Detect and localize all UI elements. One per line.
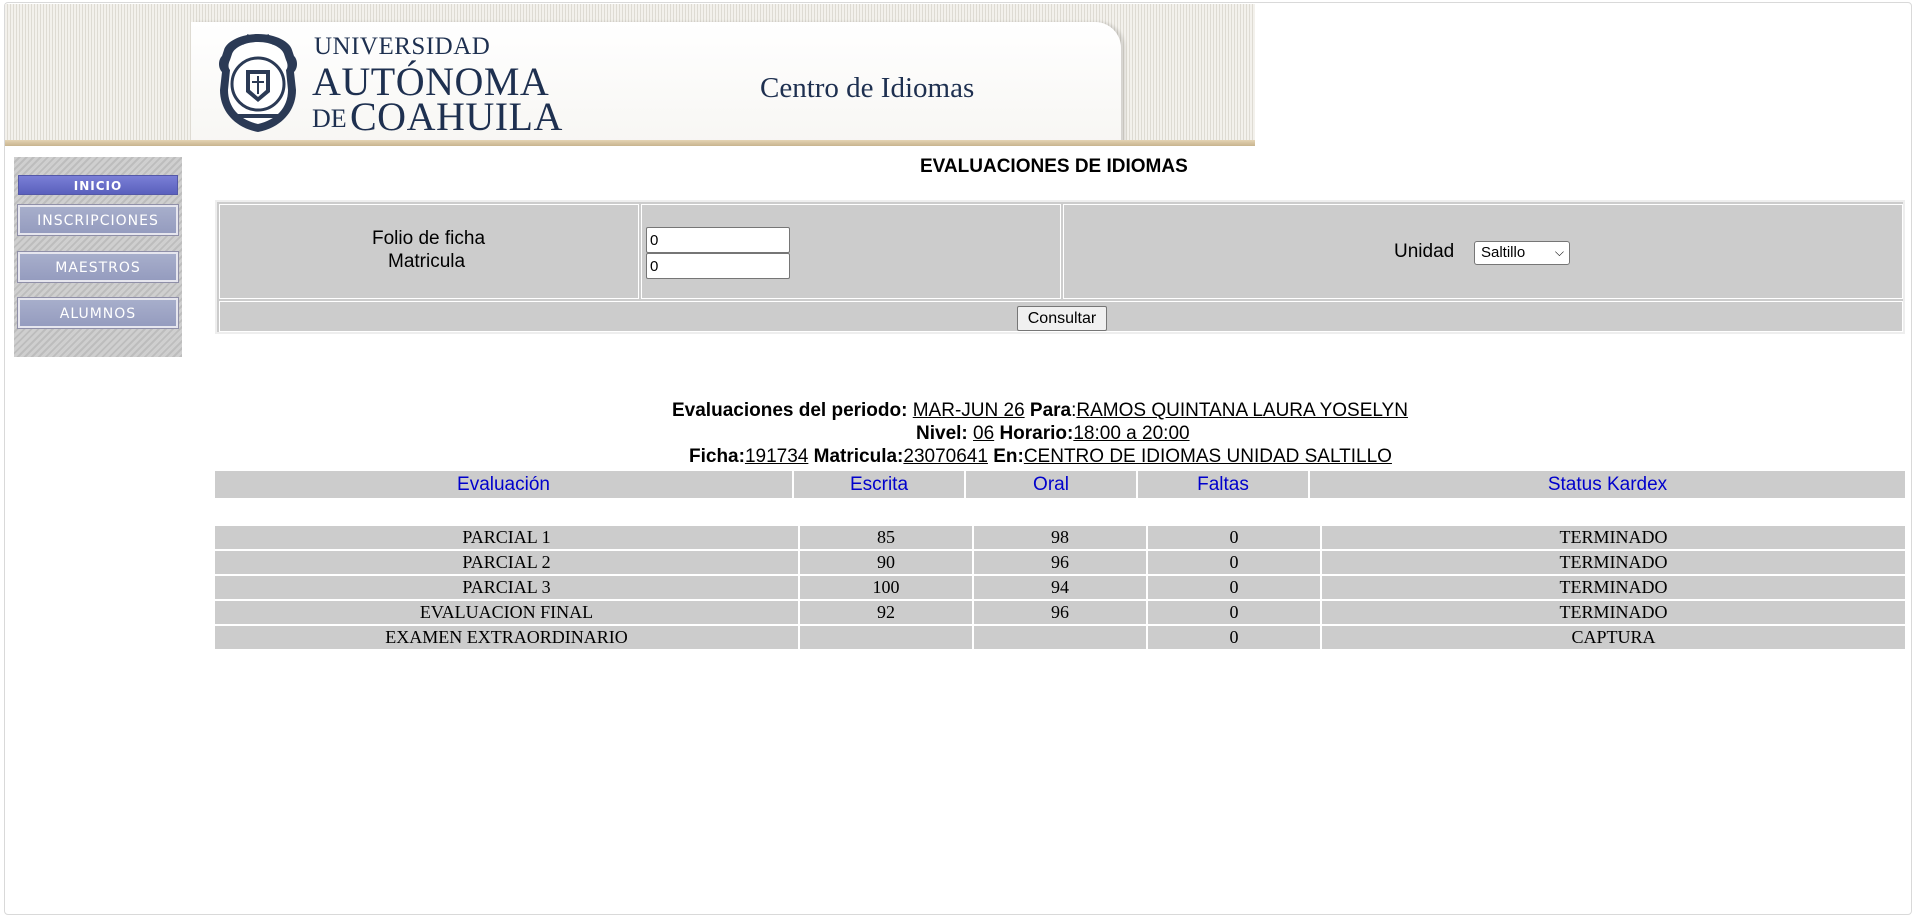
unidad-selected-value: Saltillo [1481, 244, 1526, 261]
cell-evaluacion: PARCIAL 2 [215, 551, 800, 574]
cell-escrita: 90 [800, 551, 974, 574]
cell-oral: 98 [974, 526, 1148, 549]
cell-faltas: 0 [1148, 551, 1322, 574]
info-ficha-line: Ficha:191734 Matricula:23070641 En:CENTR… [689, 446, 1392, 468]
university-name-line1: UNIVERSIDAD [314, 33, 491, 60]
unidad-cell: Unidad Saltillo ⌵ [1063, 204, 1903, 299]
table-row: PARCIAL 1 85 98 0 TERMINADO [215, 526, 1905, 549]
sidebar-item-maestros[interactable]: MAESTROS [17, 251, 179, 283]
matricula-info-label: Matricula: [813, 446, 904, 467]
university-seal-icon [219, 34, 297, 132]
en-value: CENTRO DE IDIOMAS UNIDAD SALTILLO [1023, 446, 1392, 467]
cell-status: TERMINADO [1322, 576, 1905, 599]
page-title: EVALUACIONES DE IDIOMAS [920, 156, 1188, 177]
cell-evaluacion: EXAMEN EXTRAORDINARIO [215, 626, 800, 649]
cell-oral: 96 [974, 601, 1148, 624]
table-row: PARCIAL 3 100 94 0 TERMINADO [215, 576, 1905, 599]
header-banner [5, 4, 1255, 146]
horario-value: 18:00 a 20:00 [1073, 423, 1190, 444]
cell-evaluacion: PARCIAL 3 [215, 576, 800, 599]
cell-escrita [800, 626, 974, 649]
info-nivel-line: Nivel: 06 Horario:18:00 a 20:00 [916, 423, 1190, 445]
column-header-status: Status Kardex [1310, 471, 1905, 498]
sidebar-item-inicio[interactable]: INICIO [18, 175, 178, 195]
nivel-label: Nivel: [916, 423, 968, 444]
search-form: Folio de ficha Matricula Unidad Saltillo… [215, 200, 1905, 334]
cell-evaluacion: EVALUACION FINAL [215, 601, 800, 624]
university-name-line3: COAHUILA [350, 94, 563, 139]
table-row: EXAMEN EXTRAORDINARIO 0 CAPTURA [215, 626, 1905, 649]
folio-input[interactable] [646, 227, 790, 253]
horario-label: Horario: [999, 423, 1074, 444]
cell-status: TERMINADO [1322, 551, 1905, 574]
center-name: Centro de Idiomas [760, 72, 975, 104]
sidebar-item-inscripciones[interactable]: INSCRIPCIONES [17, 204, 179, 236]
cell-status: TERMINADO [1322, 601, 1905, 624]
en-label: En: [993, 446, 1024, 467]
submit-cell: Consultar [219, 301, 1903, 332]
column-header-oral: Oral [966, 471, 1138, 498]
matricula-info-value: 23070641 [903, 446, 988, 467]
periodo-label: Evaluaciones del periodo: [672, 400, 908, 421]
banner-border [5, 140, 1255, 146]
sidebar-nav: INICIO INSCRIPCIONES MAESTROS ALUMNOS [14, 157, 182, 357]
column-header-faltas: Faltas [1138, 471, 1310, 498]
cell-faltas: 0 [1148, 576, 1322, 599]
cell-escrita: 100 [800, 576, 974, 599]
cell-faltas: 0 [1148, 601, 1322, 624]
unidad-select[interactable]: Saltillo ⌵ [1474, 241, 1570, 265]
search-inputs-cell [641, 204, 1061, 299]
university-name-prefix: DE [312, 104, 347, 133]
cell-escrita: 92 [800, 601, 974, 624]
search-labels-cell: Folio de ficha Matricula [219, 204, 639, 299]
matricula-label: Matricula [388, 251, 466, 272]
cell-status: TERMINADO [1322, 526, 1905, 549]
column-header-escrita: Escrita [794, 471, 966, 498]
matricula-input[interactable] [646, 253, 790, 279]
cell-escrita: 85 [800, 526, 974, 549]
ficha-value: 191734 [744, 446, 809, 467]
info-periodo-line: Evaluaciones del periodo: MAR-JUN 26 Par… [672, 400, 1408, 421]
unidad-label: Unidad [1394, 241, 1455, 262]
cell-evaluacion: PARCIAL 1 [215, 526, 800, 549]
cell-faltas: 0 [1148, 526, 1322, 549]
cell-oral: 94 [974, 576, 1148, 599]
periodo-value: MAR-JUN 26 [912, 400, 1025, 421]
nivel-value: 06 [973, 423, 995, 444]
para-value: RAMOS QUINTANA LAURA YOSELYN [1076, 400, 1408, 421]
para-label: Para [1029, 400, 1072, 421]
chevron-down-icon: ⌵ [1554, 245, 1564, 259]
column-header-evaluacion: Evaluación [215, 471, 794, 498]
sidebar-item-alumnos[interactable]: ALUMNOS [17, 297, 179, 329]
table-row: EVALUACION FINAL 92 96 0 TERMINADO [215, 601, 1905, 624]
cell-status: CAPTURA [1322, 626, 1905, 649]
cell-oral: 96 [974, 551, 1148, 574]
cell-faltas: 0 [1148, 626, 1322, 649]
results-header-row: Evaluación Escrita Oral Faltas Status Ka… [215, 471, 1905, 498]
folio-label: Folio de ficha [372, 228, 486, 249]
consultar-button[interactable]: Consultar [1017, 306, 1107, 331]
table-row: PARCIAL 2 90 96 0 TERMINADO [215, 551, 1905, 574]
ficha-label: Ficha: [689, 446, 745, 467]
cell-oral [974, 626, 1148, 649]
